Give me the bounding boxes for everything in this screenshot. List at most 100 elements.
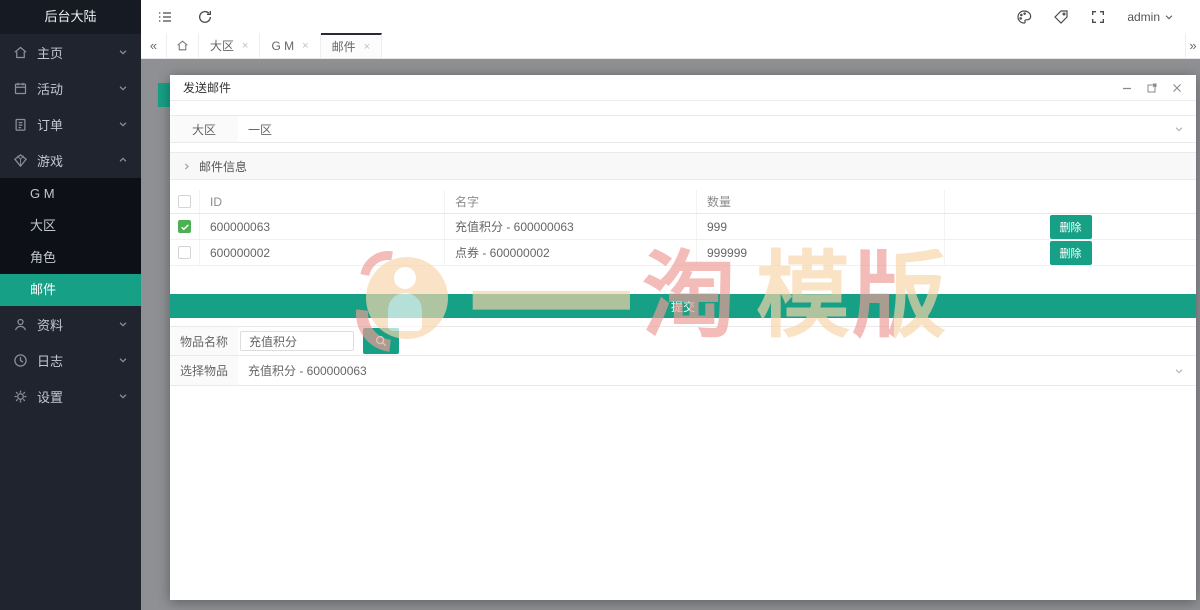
close-tab-icon[interactable]: × <box>242 40 248 52</box>
column-header-actions <box>945 190 1196 213</box>
region-select[interactable]: 大区 一区 <box>170 115 1196 143</box>
chevron-down-icon <box>1174 124 1184 134</box>
chevron-down-icon <box>118 119 128 129</box>
cell-qty: 999 <box>697 214 945 239</box>
modal-title: 发送邮件 <box>183 79 231 96</box>
sidebar-item-region[interactable]: 大区 <box>0 210 141 242</box>
sidebar-item-label: 订单 <box>37 115 63 134</box>
table-row: 600000002 点券 - 600000002 999999 删除 <box>170 240 1196 266</box>
close-tab-icon[interactable]: × <box>364 41 370 53</box>
region-label: 大区 <box>170 116 238 142</box>
tab-label: 大区 <box>210 37 234 54</box>
table-header-row: ID 名字 数量 <box>170 190 1196 214</box>
section-title: 邮件信息 <box>199 158 247 175</box>
tab-gm[interactable]: G M × <box>260 33 320 58</box>
app-title: 后台大陆 <box>0 0 141 34</box>
minimize-icon[interactable] <box>1121 82 1133 94</box>
select-item-label: 选择物品 <box>170 356 238 385</box>
column-header-id: ID <box>200 190 445 213</box>
activity-icon <box>13 81 28 96</box>
tab-label: G M <box>271 39 294 53</box>
chevron-up-icon <box>118 155 128 165</box>
row-checkbox[interactable] <box>178 246 191 259</box>
sidebar-submenu-game: G M 大区 角色 邮件 <box>0 178 141 306</box>
chevron-down-icon <box>1164 12 1174 22</box>
sidebar-item-mail[interactable]: 邮件 <box>0 274 141 306</box>
tab-region[interactable]: 大区 × <box>199 33 260 58</box>
fullscreen-icon[interactable] <box>1090 9 1106 25</box>
close-tab-icon[interactable]: × <box>302 40 308 52</box>
cell-id: 600000063 <box>200 214 445 239</box>
home-tab[interactable] <box>167 33 199 58</box>
username: admin <box>1127 10 1160 24</box>
delete-button[interactable]: 删除 <box>1050 241 1092 265</box>
game-icon <box>13 153 28 168</box>
check-icon <box>180 222 190 232</box>
tab-label: 邮件 <box>332 38 356 55</box>
order-icon <box>13 117 28 132</box>
item-name-input[interactable] <box>240 331 354 351</box>
sidebar-item-gm[interactable]: G M <box>0 178 141 210</box>
sidebar-item-activity[interactable]: 活动 <box>0 70 141 106</box>
send-mail-modal: 发送邮件 大区 一区 邮件信息 ID 名字 数量 <box>170 75 1196 600</box>
top-header: admin <box>141 0 1200 33</box>
sidebar-toggle-icon[interactable] <box>157 9 173 25</box>
settings-icon <box>13 389 28 404</box>
column-header-qty: 数量 <box>697 190 945 213</box>
chevron-down-icon <box>118 319 128 329</box>
region-value: 一区 <box>238 121 272 138</box>
log-icon <box>13 353 28 368</box>
tabs-more-button[interactable]: » <box>1185 33 1200 58</box>
sidebar-item-label: 资料 <box>37 315 63 334</box>
tabs-scroll-left-button[interactable]: « <box>141 33 167 58</box>
sidebar-item-settings[interactable]: 设置 <box>0 378 141 414</box>
sidebar-item-label: 活动 <box>37 79 63 98</box>
sidebar-item-home[interactable]: 主页 <box>0 34 141 70</box>
tag-icon[interactable] <box>1053 9 1069 25</box>
modal-titlebar: 发送邮件 <box>170 75 1196 101</box>
refresh-icon[interactable] <box>197 9 213 25</box>
cell-id: 600000002 <box>200 240 445 265</box>
select-item-value: 充值积分 - 600000063 <box>238 362 367 379</box>
close-icon[interactable] <box>1171 82 1183 94</box>
sidebar-item-profile[interactable]: 资料 <box>0 306 141 342</box>
search-button[interactable] <box>363 328 399 354</box>
cell-qty: 999999 <box>697 240 945 265</box>
sidebar-item-orders[interactable]: 订单 <box>0 106 141 142</box>
sidebar-item-label: 设置 <box>37 387 63 406</box>
select-item-row[interactable]: 选择物品 充值积分 - 600000063 <box>170 356 1196 386</box>
items-table: ID 名字 数量 600000063 充值积分 - 600000063 999 … <box>170 190 1196 266</box>
chevron-down-icon <box>118 83 128 93</box>
sidebar-item-label: 日志 <box>37 351 63 370</box>
sidebar-item-game[interactable]: 游戏 <box>0 142 141 178</box>
profile-icon <box>13 317 28 332</box>
sidebar-item-logs[interactable]: 日志 <box>0 342 141 378</box>
table-row: 600000063 充值积分 - 600000063 999 删除 <box>170 214 1196 240</box>
tab-mail[interactable]: 邮件 × <box>321 33 382 58</box>
cell-name: 充值积分 - 600000063 <box>445 214 697 239</box>
mail-info-collapse[interactable]: 邮件信息 <box>170 152 1196 180</box>
sidebar-item-role[interactable]: 角色 <box>0 242 141 274</box>
sidebar: 后台大陆 主页 活动 订单 游戏 G M 大区 角色 邮件 资料 <box>0 0 141 610</box>
column-header-name: 名字 <box>445 190 697 213</box>
theme-palette-icon[interactable] <box>1016 9 1032 25</box>
search-icon <box>374 334 388 348</box>
tab-bar: « 大区 × G M × 邮件 × » <box>141 33 1200 59</box>
chevron-down-icon <box>1174 366 1184 376</box>
cell-name: 点券 - 600000002 <box>445 240 697 265</box>
select-all-checkbox[interactable] <box>178 195 191 208</box>
home-icon <box>176 39 189 52</box>
sidebar-item-label: 主页 <box>37 43 63 62</box>
user-menu[interactable]: admin <box>1127 10 1174 24</box>
delete-button[interactable]: 删除 <box>1050 215 1092 239</box>
chevron-right-icon <box>182 162 191 171</box>
chevron-down-icon <box>118 355 128 365</box>
chevron-down-icon <box>118 47 128 57</box>
maximize-icon[interactable] <box>1146 82 1158 94</box>
chevron-down-icon <box>118 391 128 401</box>
item-name-label: 物品名称 <box>170 327 238 355</box>
sidebar-item-label: 游戏 <box>37 151 63 170</box>
submit-button[interactable]: 提交 <box>170 294 1196 318</box>
home-icon <box>13 45 28 60</box>
row-checkbox[interactable] <box>178 220 191 233</box>
